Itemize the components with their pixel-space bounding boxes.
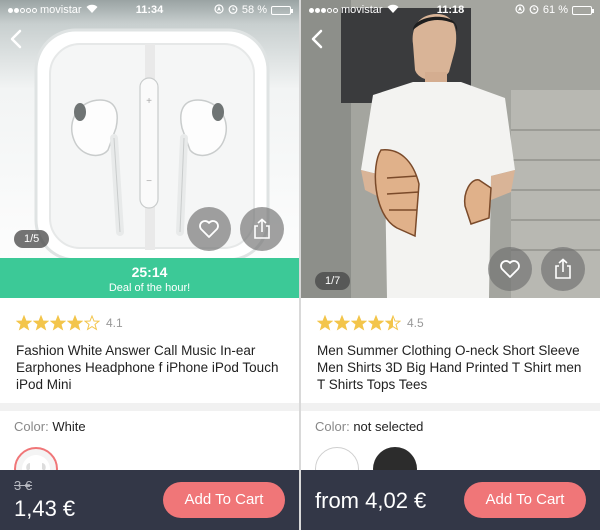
star-icon bbox=[33, 315, 49, 331]
svg-text:+: + bbox=[146, 96, 152, 107]
purchase-bar: 3 € 1,43 € Add To Cart bbox=[0, 470, 299, 530]
star-icon bbox=[334, 315, 350, 331]
back-arrow-icon bbox=[311, 29, 323, 49]
rating-stars bbox=[16, 315, 100, 331]
svg-text:−: − bbox=[146, 176, 152, 187]
share-button[interactable] bbox=[240, 207, 284, 251]
status-bar: movistar 11:18 61 % bbox=[301, 0, 600, 20]
old-price: 3 € bbox=[14, 478, 33, 493]
heart-icon bbox=[500, 260, 520, 278]
star-icon bbox=[317, 315, 333, 331]
color-selection-label: Color: not selected bbox=[315, 419, 423, 434]
battery-percent: 61 % bbox=[542, 4, 568, 16]
image-counter: 1/7 bbox=[315, 272, 351, 290]
back-button[interactable] bbox=[307, 28, 329, 50]
earphones-illustration: + − bbox=[34, 28, 270, 262]
rating-value: 4.5 bbox=[407, 316, 424, 330]
rating-row[interactable]: 4.5 bbox=[317, 313, 584, 333]
carrier-name: movistar bbox=[341, 4, 383, 16]
battery-percent: 58 % bbox=[241, 4, 267, 16]
signal-strength-icon bbox=[309, 7, 338, 13]
star-icon bbox=[67, 315, 83, 331]
battery-icon bbox=[271, 5, 293, 15]
deal-timer: 25:14 bbox=[131, 264, 168, 280]
star-icon bbox=[385, 315, 401, 331]
location-icon bbox=[515, 3, 525, 17]
deal-of-the-hour-banner: 25:14 Deal of the hour! bbox=[0, 258, 299, 298]
star-icon bbox=[16, 315, 32, 331]
favorite-button[interactable] bbox=[488, 247, 532, 291]
star-icon bbox=[84, 315, 100, 331]
color-value: not selected bbox=[353, 419, 424, 434]
status-bar: movistar 11:34 58 % bbox=[0, 0, 299, 20]
star-icon bbox=[50, 315, 66, 331]
alarm-icon bbox=[228, 4, 238, 17]
star-icon bbox=[351, 315, 367, 331]
color-label: Color: bbox=[315, 419, 350, 434]
back-button[interactable] bbox=[6, 28, 28, 50]
product-screen-tshirt: movistar 11:18 61 % 1/7 4.5 Men Summer C… bbox=[301, 0, 600, 530]
wifi-icon bbox=[387, 4, 399, 16]
favorite-button[interactable] bbox=[187, 207, 231, 251]
alarm-icon bbox=[529, 4, 539, 17]
share-icon bbox=[254, 218, 270, 239]
color-selection-label: Color: White bbox=[14, 419, 86, 434]
rating-row[interactable]: 4.1 bbox=[16, 313, 283, 333]
product-info: 4.1 Fashion White Answer Call Music In-e… bbox=[0, 300, 299, 403]
star-icon bbox=[368, 315, 384, 331]
signal-strength-icon bbox=[8, 7, 37, 13]
current-price: from 4,02 € bbox=[315, 488, 427, 513]
color-value: White bbox=[52, 419, 86, 434]
product-info: 4.5 Men Summer Clothing O-neck Short Sle… bbox=[301, 300, 600, 403]
color-label: Color: bbox=[14, 419, 49, 434]
product-image-tshirt[interactable]: movistar 11:18 61 % 1/7 bbox=[301, 0, 600, 298]
add-to-cart-button[interactable]: Add To Cart bbox=[163, 482, 285, 518]
battery-icon bbox=[572, 5, 594, 15]
section-separator bbox=[0, 403, 299, 411]
current-price: 1,43 € bbox=[14, 496, 76, 521]
section-separator bbox=[301, 403, 600, 411]
location-icon bbox=[214, 3, 224, 17]
carrier-name: movistar bbox=[40, 4, 82, 16]
product-title: Fashion White Answer Call Music In-ear E… bbox=[16, 343, 279, 392]
image-counter: 1/5 bbox=[14, 230, 50, 248]
rating-value: 4.1 bbox=[106, 316, 123, 330]
product-title: Men Summer Clothing O-neck Short Sleeve … bbox=[317, 343, 582, 392]
back-arrow-icon bbox=[10, 29, 22, 49]
heart-icon bbox=[199, 220, 219, 238]
share-button[interactable] bbox=[541, 247, 585, 291]
product-screen-earphones: + − movistar 11:34 58 % 1/5 25:14 Deal o… bbox=[0, 0, 299, 530]
share-icon bbox=[555, 258, 571, 279]
rating-stars bbox=[317, 315, 401, 331]
deal-label: Deal of the hour! bbox=[108, 282, 191, 294]
wifi-icon bbox=[86, 4, 98, 16]
product-image-earphones[interactable]: + − movistar 11:34 58 % 1/5 bbox=[0, 0, 299, 298]
add-to-cart-button[interactable]: Add To Cart bbox=[464, 482, 586, 518]
purchase-bar: from 4,02 € Add To Cart bbox=[301, 470, 600, 530]
